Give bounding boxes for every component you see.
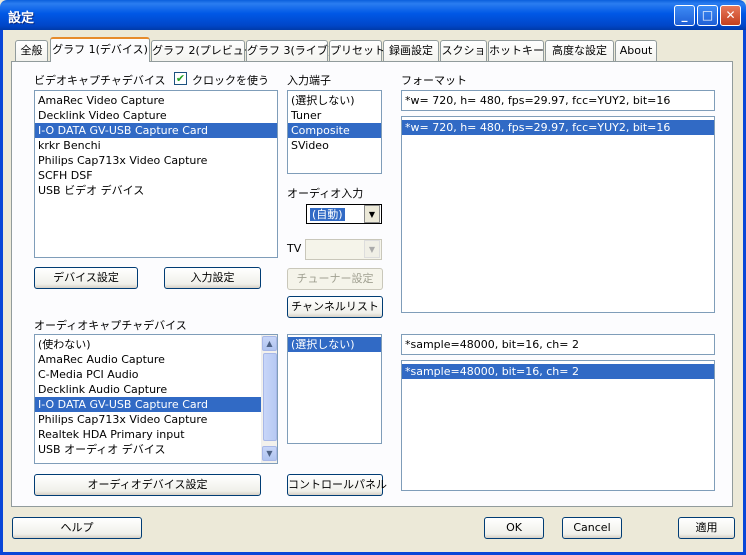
list-item[interactable]: USB オーディオ デバイス bbox=[35, 442, 261, 457]
device-settings-button[interactable]: デバイス設定 bbox=[34, 267, 138, 289]
audio-pin-list[interactable]: (選択しない) bbox=[287, 334, 382, 444]
tab-advanced[interactable]: 高度な設定 bbox=[545, 40, 614, 61]
tab-graph2-preview[interactable]: グラフ 2(プレビュー) bbox=[151, 40, 259, 61]
tab-hotkey[interactable]: ホットキー bbox=[488, 40, 544, 61]
audio-list-scrollbar[interactable]: ▲ ▼ bbox=[261, 335, 277, 463]
list-item[interactable]: Philips Cap713x Video Capture bbox=[35, 153, 277, 168]
title-bar bbox=[0, 0, 746, 30]
channel-list-button[interactable]: チャンネルリスト bbox=[287, 296, 383, 318]
audio-input-label: オーディオ入力 bbox=[287, 187, 364, 200]
audio-input-value: (自動) bbox=[310, 208, 345, 221]
list-item[interactable]: SCFH DSF bbox=[35, 168, 277, 183]
format-list[interactable]: *w= 720, h= 480, fps=29.97, fcc=YUY2, bi… bbox=[401, 116, 715, 313]
list-item-selected[interactable]: I-O DATA GV-USB Capture Card bbox=[35, 123, 277, 138]
video-device-list[interactable]: AmaRec Video Capture Decklink Video Capt… bbox=[34, 90, 278, 258]
audio-format-list[interactable]: *sample=48000, bit=16, ch= 2 bbox=[401, 360, 715, 491]
audio-device-settings-button[interactable]: オーディオデバイス設定 bbox=[34, 474, 261, 496]
list-item-selected[interactable]: *sample=48000, bit=16, ch= 2 bbox=[402, 364, 714, 379]
audio-device-label: オーディオキャプチャデバイス bbox=[34, 319, 187, 332]
audio-format-current-field[interactable]: *sample=48000, bit=16, ch= 2 bbox=[401, 334, 715, 355]
input-terminal-list[interactable]: (選択しない) Tuner Composite SVideo bbox=[287, 90, 382, 174]
list-item[interactable]: USB ビデオ デバイス bbox=[35, 183, 277, 198]
clock-label: クロックを使う bbox=[192, 74, 269, 87]
format-current-field[interactable]: *w= 720, h= 480, fps=29.97, fcc=YUY2, bi… bbox=[401, 90, 715, 111]
tab-preset[interactable]: プリセット bbox=[329, 40, 385, 61]
help-button[interactable]: ヘルプ bbox=[12, 517, 142, 539]
tab-graph1-device[interactable]: グラフ 1(デバイス) bbox=[50, 37, 150, 62]
audio-device-list[interactable]: (使わない) AmaRec Audio Capture C-Media PCI … bbox=[34, 334, 278, 464]
input-terminal-label: 入力端子 bbox=[287, 74, 331, 87]
list-item-selected[interactable]: (選択しない) bbox=[288, 337, 381, 352]
tab-general[interactable]: 全般 bbox=[15, 40, 48, 61]
list-item[interactable]: (使わない) bbox=[35, 337, 261, 352]
list-item[interactable]: Philips Cap713x Video Capture bbox=[35, 412, 261, 427]
list-item[interactable]: Realtek HDA Primary input bbox=[35, 427, 261, 442]
list-item-selected[interactable]: Composite bbox=[288, 123, 381, 138]
cancel-button[interactable]: Cancel bbox=[562, 517, 622, 539]
clock-checkbox[interactable]: ✔ bbox=[174, 72, 187, 85]
list-item[interactable]: krkr Benchi bbox=[35, 138, 277, 153]
list-item[interactable]: Decklink Audio Capture bbox=[35, 382, 261, 397]
input-settings-button[interactable]: 入力設定 bbox=[164, 267, 261, 289]
chevron-down-icon[interactable]: ▼ bbox=[364, 205, 380, 223]
list-item-selected[interactable]: I-O DATA GV-USB Capture Card bbox=[35, 397, 261, 412]
tab-recording[interactable]: 録画設定 bbox=[383, 40, 439, 61]
list-item[interactable]: AmaRec Audio Capture bbox=[35, 352, 261, 367]
list-item-selected[interactable]: *w= 720, h= 480, fps=29.97, fcc=YUY2, bi… bbox=[402, 120, 714, 135]
tv-label: TV bbox=[287, 242, 302, 255]
format-label: フォーマット bbox=[401, 74, 467, 87]
scroll-thumb[interactable] bbox=[263, 353, 277, 441]
tuner-settings-button[interactable]: チューナー設定 bbox=[287, 268, 383, 290]
scroll-down-icon[interactable]: ▼ bbox=[262, 446, 277, 461]
video-device-label: ビデオキャプチャデバイス bbox=[34, 74, 166, 87]
tab-about[interactable]: About bbox=[615, 40, 657, 61]
list-item[interactable]: AmaRec Video Capture bbox=[35, 93, 277, 108]
list-item[interactable]: (選択しない) bbox=[288, 93, 381, 108]
ok-button[interactable]: OK bbox=[484, 517, 544, 539]
window-title: 設定 bbox=[8, 11, 35, 26]
list-item[interactable]: C-Media PCI Audio bbox=[35, 367, 261, 382]
list-item[interactable]: Decklink Video Capture bbox=[35, 108, 277, 123]
scroll-up-icon[interactable]: ▲ bbox=[262, 336, 277, 351]
minimize-button[interactable]: _ bbox=[674, 5, 695, 26]
list-item[interactable]: SVideo bbox=[288, 138, 381, 153]
control-panel-button[interactable]: コントロールパネル bbox=[287, 474, 387, 496]
tab-graph3-live[interactable]: グラフ 3(ライブ) bbox=[246, 40, 332, 61]
apply-button[interactable]: 適用 bbox=[678, 517, 735, 539]
maximize-button[interactable]: □ bbox=[697, 5, 718, 26]
tab-screenshot[interactable]: スクショ bbox=[440, 40, 487, 61]
chevron-down-icon: ▼ bbox=[364, 240, 380, 258]
list-item[interactable]: Tuner bbox=[288, 108, 381, 123]
close-button[interactable]: ✕ bbox=[720, 5, 741, 26]
